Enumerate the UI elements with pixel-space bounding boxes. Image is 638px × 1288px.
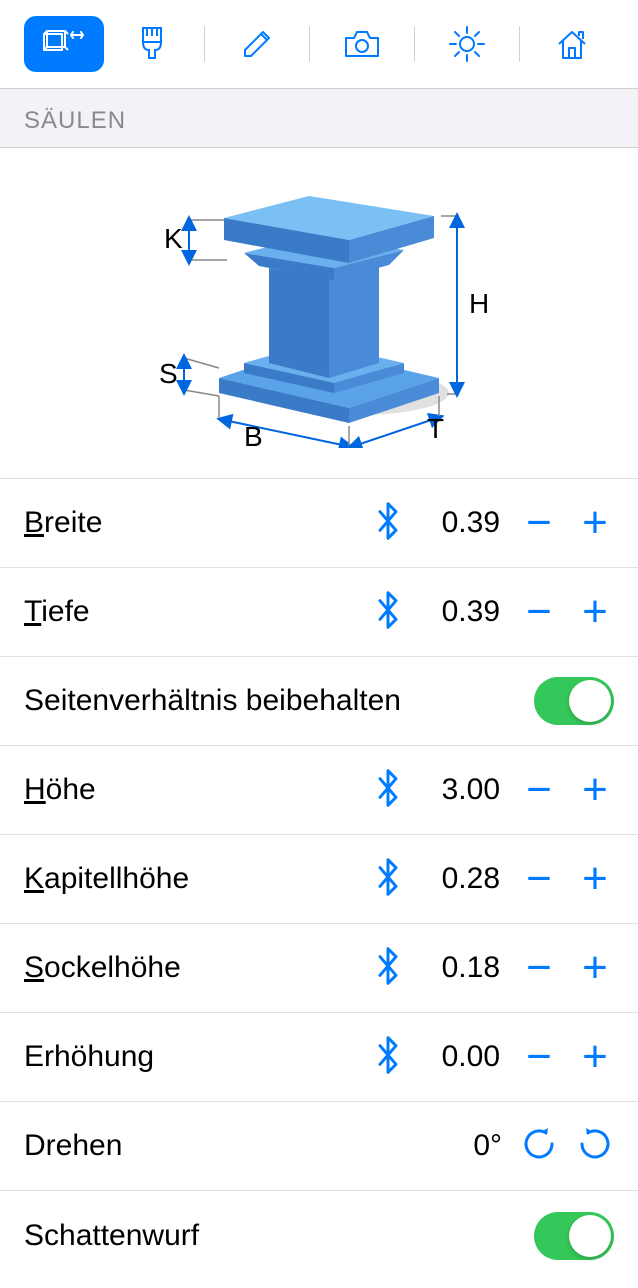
toolbar-separator [414,26,415,62]
tool-measure-button[interactable] [24,16,104,72]
rotate-ccw-button[interactable] [576,1125,614,1168]
minus-button[interactable]: − [520,946,558,990]
value-erhoehung: 0.00 [420,1040,500,1074]
property-list: Breite 0.39 − + Tiefe 0.39 − + Seitenver… [0,478,638,1280]
diagram-label-k: K [164,223,183,254]
bluetooth-icon[interactable] [374,946,402,991]
diagram-label-s: S [159,358,178,389]
diagram-label-h: H [469,288,489,319]
bluetooth-icon[interactable] [374,501,402,546]
value-drehen: 0° [422,1129,502,1163]
label-tiefe: Tiefe [24,595,374,629]
column-diagram: K S B H T [0,148,638,478]
value-hoehe: 3.00 [420,773,500,807]
row-erhoehung: Erhöhung 0.00 − + [0,1013,638,1102]
row-breite: Breite 0.39 − + [0,479,638,568]
value-kapitell: 0.28 [420,862,500,896]
value-breite: 0.39 [420,506,500,540]
label-schatten: Schattenwurf [24,1219,534,1253]
plus-button[interactable]: + [576,857,614,901]
bluetooth-icon[interactable] [374,590,402,635]
toolbar-separator [204,26,205,62]
minus-button[interactable]: − [520,501,558,545]
row-hoehe: Höhe 3.00 − + [0,746,638,835]
label-hoehe: Höhe [24,773,374,807]
diagram-label-t: T [427,413,444,444]
tool-edit-button[interactable] [217,16,297,72]
bluetooth-icon[interactable] [374,768,402,813]
plus-button[interactable]: + [576,1035,614,1079]
tool-sun-button[interactable] [427,16,507,72]
section-header: SÄULEN [0,88,638,148]
toolbar-separator [309,26,310,62]
label-aspect: Seitenverhältnis beibehalten [24,684,534,718]
bluetooth-icon[interactable] [374,857,402,902]
value-tiefe: 0.39 [420,595,500,629]
row-tiefe: Tiefe 0.39 − + [0,568,638,657]
diagram-label-b: B [244,421,263,448]
plus-button[interactable]: + [576,501,614,545]
plus-button[interactable]: + [576,590,614,634]
switch-aspect[interactable] [534,677,614,725]
minus-button[interactable]: − [520,768,558,812]
label-breite: Breite [24,506,374,540]
plus-button[interactable]: + [576,946,614,990]
minus-button[interactable]: − [520,857,558,901]
minus-button[interactable]: − [520,590,558,634]
label-erhoehung: Erhöhung [24,1040,374,1074]
bluetooth-icon[interactable] [374,1035,402,1080]
tool-brush-button[interactable] [112,16,192,72]
label-drehen: Drehen [24,1129,422,1163]
plus-button[interactable]: + [576,768,614,812]
row-drehen: Drehen 0° [0,1102,638,1191]
toolbar-separator [519,26,520,62]
toolbar [0,0,638,88]
label-kapitell: Kapitellhöhe [24,862,374,896]
row-schatten: Schattenwurf [0,1191,638,1280]
tool-camera-button[interactable] [322,16,402,72]
minus-button[interactable]: − [520,1035,558,1079]
row-aspect: Seitenverhältnis beibehalten [0,657,638,746]
tool-home-button[interactable] [532,16,612,72]
label-sockel: Sockelhöhe [24,951,374,985]
value-sockel: 0.18 [420,951,500,985]
row-kapitell: Kapitellhöhe 0.28 − + [0,835,638,924]
row-sockel: Sockelhöhe 0.18 − + [0,924,638,1013]
rotate-cw-button[interactable] [520,1125,558,1168]
switch-schatten[interactable] [534,1212,614,1260]
